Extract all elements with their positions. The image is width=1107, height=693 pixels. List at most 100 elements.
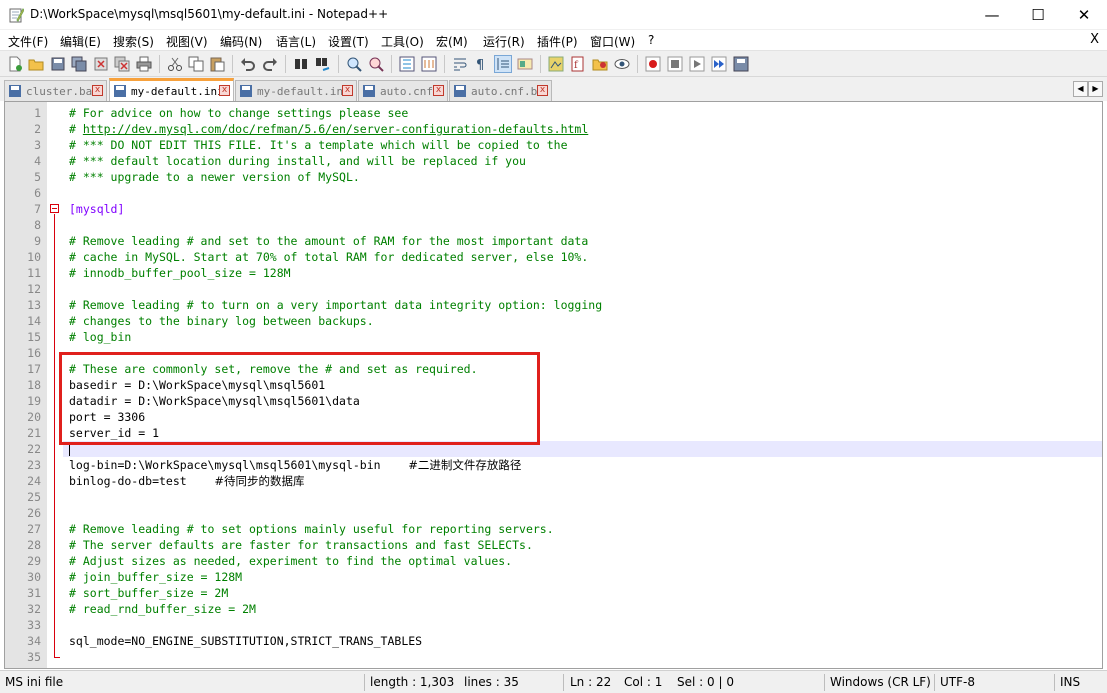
menu-tools[interactable]: 工具(O)	[381, 33, 424, 50]
editor-line[interactable]: 29 # Adjust sizes as needed, experiment t…	[27, 553, 1102, 569]
menu-help[interactable]: ?	[648, 33, 654, 47]
editor-line[interactable]: 12	[27, 281, 1102, 297]
find-icon[interactable]	[292, 55, 310, 73]
line-text-segment: [mysqld]	[69, 202, 125, 216]
menu-plugins[interactable]: 插件(P)	[537, 33, 578, 50]
editor-line[interactable]: 34 sql_mode=NO_ENGINE_SUBSTITUTION,STRICT…	[27, 633, 1102, 649]
minimize-button[interactable]: —	[969, 0, 1015, 30]
editor-line[interactable]: 9 # Remove leading # and set to the amoun…	[34, 233, 1102, 249]
close-document-button[interactable]: X	[1090, 32, 1099, 47]
tab-my-default-ini[interactable]: my-default.ini x	[235, 80, 357, 101]
redo-icon[interactable]	[261, 55, 279, 73]
run-macro-multiple-icon[interactable]	[710, 55, 728, 73]
editor-line[interactable]: 23 log-bin=D:\WorkSpace\mysql\msql5601\my…	[27, 457, 1102, 473]
indent-guide-icon[interactable]	[494, 55, 512, 73]
menu-view[interactable]: 视图(V)	[166, 33, 208, 50]
tab-close-icon[interactable]: x	[92, 85, 103, 96]
save-all-icon[interactable]	[70, 55, 88, 73]
function-list-icon[interactable]: f	[569, 55, 587, 73]
tab-close-icon[interactable]: x	[219, 85, 230, 96]
menu-macro[interactable]: 宏(M)	[436, 33, 468, 50]
cut-icon[interactable]	[166, 55, 184, 73]
editor-line[interactable]: 15 # log_bin	[27, 329, 1102, 345]
editor-line[interactable]: 26	[27, 505, 1102, 521]
status-insert-mode[interactable]: INS	[1060, 671, 1080, 693]
editor-line[interactable]: 3 # *** DO NOT EDIT THIS FILE. It's a tem…	[34, 137, 1102, 153]
tab-scroll-left-icon[interactable]: ◀	[1073, 81, 1088, 97]
tab-auto-cnf-bk[interactable]: auto.cnf.bk x	[449, 80, 552, 101]
editor-line[interactable]: 24 binlog-do-db=test #待同步的数据库	[27, 473, 1102, 489]
doc-map-icon[interactable]	[547, 55, 565, 73]
sync-vertical-icon[interactable]	[398, 55, 416, 73]
editor-line[interactable]: 10 # cache in MySQL. Start at 70% of tota…	[27, 249, 1102, 265]
editor-line[interactable]: 35	[27, 649, 1102, 665]
paste-icon[interactable]	[208, 55, 226, 73]
tab-scroll-right-icon[interactable]: ▶	[1088, 81, 1103, 97]
fold-toggle-icon[interactable]	[50, 204, 59, 213]
line-number: 20	[27, 410, 41, 424]
menu-file[interactable]: 文件(F)	[8, 33, 48, 50]
menu-edit[interactable]: 编辑(E)	[60, 33, 101, 50]
status-encoding[interactable]: UTF-8	[940, 671, 975, 693]
tab-cluster-bat[interactable]: cluster.bat x	[4, 80, 107, 101]
sync-horizontal-icon[interactable]	[420, 55, 438, 73]
menu-settings[interactable]: 设置(T)	[328, 33, 369, 50]
editor-line[interactable]: 5 # *** upgrade to a newer version of MyS…	[34, 169, 1102, 185]
open-file-icon[interactable]	[27, 55, 45, 73]
undo-icon[interactable]	[239, 55, 257, 73]
status-eol[interactable]: Windows (CR LF)	[830, 671, 931, 693]
editor-line[interactable]: 2 # http://dev.mysql.com/doc/refman/5.6/e…	[34, 121, 1102, 137]
editor-line[interactable]: 14 # changes to the binary log between ba…	[27, 313, 1102, 329]
editor-line[interactable]: 6	[34, 185, 1102, 201]
tab-close-icon[interactable]: x	[342, 85, 353, 96]
hyperlink[interactable]: http://dev.mysql.com/doc/refman/5.6/en/s…	[83, 122, 588, 136]
editor-line[interactable]: 1 # For advice on how to change settings …	[34, 105, 1102, 121]
line-number: 15	[27, 330, 41, 344]
menu-run[interactable]: 运行(R)	[483, 33, 525, 50]
editor-line[interactable]: 32 # read_rnd_buffer_size = 2M	[27, 601, 1102, 617]
show-all-chars-icon[interactable]: ¶	[472, 55, 490, 73]
save-icon[interactable]	[49, 55, 67, 73]
tab-my-default-ini-active[interactable]: my-default.ini x	[109, 78, 234, 101]
new-file-icon[interactable]	[6, 55, 24, 73]
editor-line[interactable]: 4 # *** default location during install, …	[34, 153, 1102, 169]
editor-line[interactable]: 25	[27, 489, 1102, 505]
tab-close-icon[interactable]: x	[537, 85, 548, 96]
editor-line[interactable]: 33	[27, 617, 1102, 633]
record-macro-icon[interactable]	[644, 55, 662, 73]
editor-line[interactable]: 27 # Remove leading # to set options main…	[27, 521, 1102, 537]
editor-line[interactable]: 7 [mysqld]	[34, 201, 1102, 217]
notepadpp-app-icon	[8, 7, 25, 23]
toolbar-separator	[285, 55, 286, 73]
zoom-in-icon[interactable]	[345, 55, 363, 73]
save-macro-icon[interactable]	[732, 55, 750, 73]
play-macro-icon[interactable]	[688, 55, 706, 73]
menu-window[interactable]: 窗口(W)	[590, 33, 635, 50]
menu-encoding[interactable]: 编码(N)	[220, 33, 262, 50]
tab-auto-cnf[interactable]: auto.cnf x	[358, 80, 448, 101]
copy-icon[interactable]	[187, 55, 205, 73]
user-language-icon[interactable]	[516, 55, 534, 73]
stop-macro-icon[interactable]	[666, 55, 684, 73]
close-all-icon[interactable]	[113, 55, 131, 73]
editor-line[interactable]: 28 # The server defaults are faster for t…	[27, 537, 1102, 553]
editor-pane[interactable]: 1 # For advice on how to change settings …	[4, 101, 1103, 669]
print-icon[interactable]	[135, 55, 153, 73]
monitoring-icon[interactable]	[613, 55, 631, 73]
menu-search[interactable]: 搜索(S)	[113, 33, 154, 50]
editor-line[interactable]: 11 # innodb_buffer_pool_size = 128M	[27, 265, 1102, 281]
maximize-button[interactable]: ☐	[1015, 0, 1061, 30]
editor-line[interactable]: 30 # join_buffer_size = 128M	[27, 569, 1102, 585]
menu-language[interactable]: 语言(L)	[276, 33, 316, 50]
folder-workspace-icon[interactable]	[591, 55, 609, 73]
word-wrap-icon[interactable]	[451, 55, 469, 73]
editor-line[interactable]: 13 # Remove leading # to turn on a very i…	[27, 297, 1102, 313]
toolbar-separator	[540, 55, 541, 73]
editor-line[interactable]: 31 # sort_buffer_size = 2M	[27, 585, 1102, 601]
editor-line[interactable]: 8	[34, 217, 1102, 233]
close-icon[interactable]	[92, 55, 110, 73]
tab-close-icon[interactable]: x	[433, 85, 444, 96]
replace-icon[interactable]	[314, 55, 332, 73]
zoom-out-icon[interactable]	[367, 55, 385, 73]
close-window-button[interactable]: ✕	[1061, 0, 1107, 30]
